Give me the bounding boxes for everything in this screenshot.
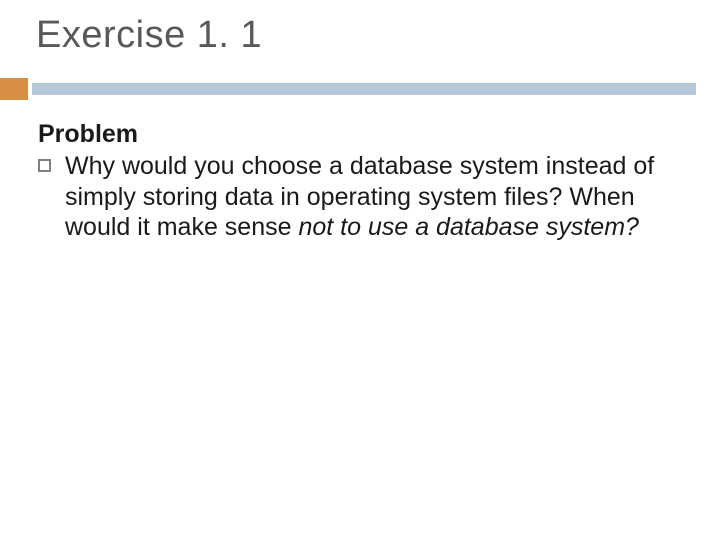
title-rule: [0, 78, 720, 100]
slide: Exercise 1. 1 Problem Why would you choo…: [0, 0, 720, 540]
square-bullet-icon: [38, 159, 51, 172]
body-content: Problem Why would you choose a database …: [38, 120, 678, 243]
accent-orange-box: [0, 78, 28, 100]
question-text: Why would you choose a database system i…: [65, 151, 678, 243]
bullet-item: Why would you choose a database system i…: [38, 151, 678, 243]
problem-heading: Problem: [38, 120, 678, 149]
question-emphasis: not to use a database system?: [298, 213, 639, 241]
accent-blue-bar: [32, 83, 696, 95]
slide-title: Exercise 1. 1: [36, 14, 262, 57]
